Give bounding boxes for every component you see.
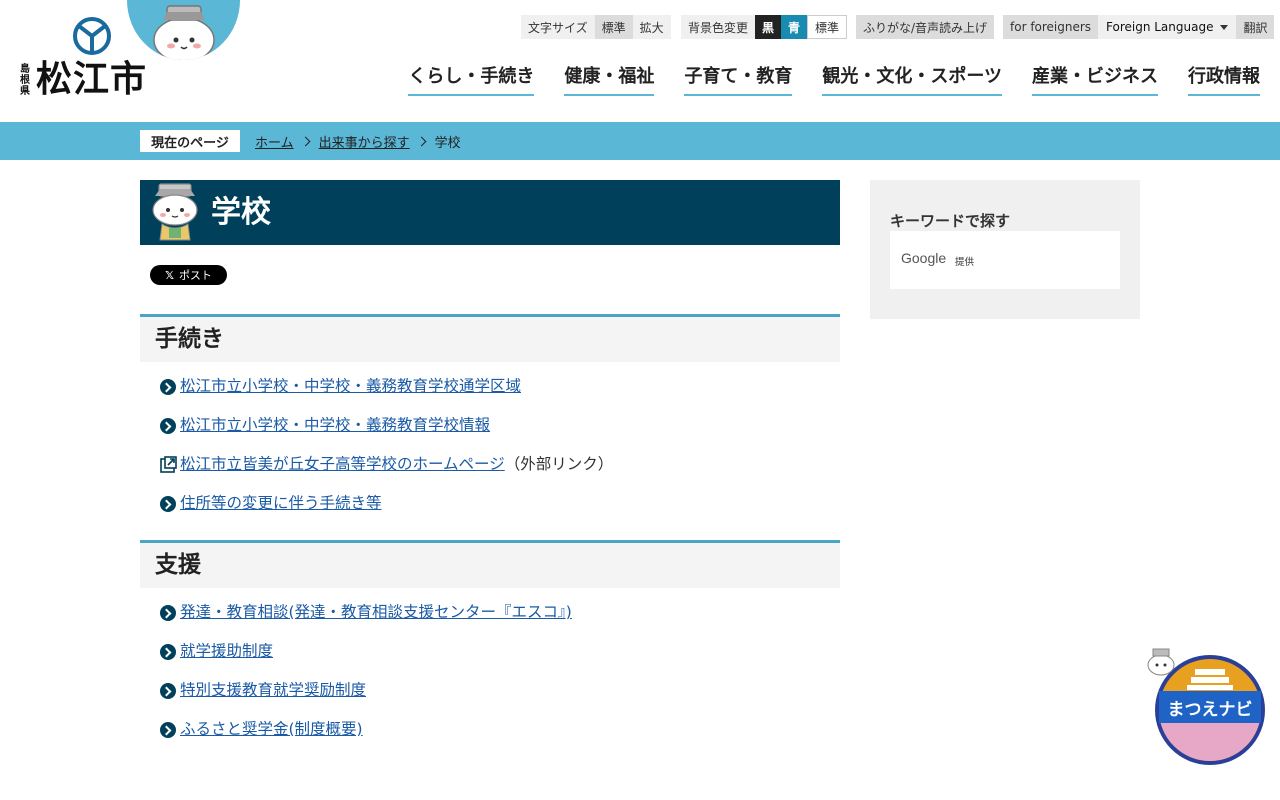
link-special-support[interactable]: 特別支援教育就学奨励制度 (180, 681, 366, 699)
section-heading: 支援 (140, 540, 840, 588)
breadcrumb-trail: ホーム 出来事から探す 学校 (255, 122, 461, 160)
chevron-right-icon (416, 136, 427, 146)
nav-item-administration[interactable]: 行政情報 (1188, 62, 1260, 96)
nav-item-health[interactable]: 健康・福祉 (564, 62, 655, 96)
navi-label: まつえナビ (1168, 700, 1253, 720)
section-heading: 手続き (140, 314, 840, 362)
logo-city-name: 松江市 (36, 59, 148, 100)
chevron-right-icon (300, 136, 311, 146)
text-size-control: 文字サイズ 標準 拡大 (521, 15, 671, 39)
breadcrumb-current: 学校 (434, 135, 461, 151)
list-item: 松江市立小学校・中学校・義務教育学校通学区域 (140, 362, 840, 401)
breadcrumb-link-home[interactable]: ホーム (255, 132, 294, 151)
link-address-change[interactable]: 住所等の変更に伴う手続き等 (180, 494, 382, 512)
list-item: 松江市立小学校・中学校・義務教育学校情報 (140, 401, 840, 440)
main-content: 学校 𝕏 ポスト 手続き 松江市立小学校・中学校・義務教育学校通学区域 松江市立… (140, 180, 840, 738)
link-school-info[interactable]: 松江市立小学校・中学校・義務教育学校情報 (180, 416, 490, 434)
x-post-button[interactable]: 𝕏 ポスト (150, 265, 227, 285)
language-control: Foreign Language 翻訳 (1098, 15, 1275, 39)
page-title: 学校 (211, 195, 271, 230)
list-item: 特別支援教育就学奨励制度 (140, 666, 840, 705)
arrow-circle-icon (160, 605, 176, 621)
google-search-box[interactable]: Google 提供 (890, 231, 1120, 289)
nav-item-business[interactable]: 産業・ビジネス (1032, 62, 1158, 96)
link-development-consultation[interactable]: 発達・教育相談(発達・教育相談支援センター『エスコ』) (180, 603, 572, 621)
list-item: 住所等の変更に伴う手続き等 (140, 479, 840, 518)
breadcrumb-current-label: 現在のページ (140, 130, 240, 152)
matsue-navi-button[interactable]: まつえナビ (1145, 645, 1270, 770)
nav-item-tourism[interactable]: 観光・文化・スポーツ (822, 62, 1002, 96)
nav-item-living[interactable]: くらし・手続き (408, 62, 535, 96)
sidebar-search: キーワードで探す Google 提供 (870, 180, 1140, 319)
bg-standard-button[interactable]: 標準 (807, 15, 848, 39)
link-minami-high-school[interactable]: 松江市立皆美が丘女子高等学校のホームページ (180, 455, 505, 473)
link-school-districts[interactable]: 松江市立小学校・中学校・義務教育学校通学区域 (180, 377, 521, 395)
keyword-search-heading: キーワードで探す (890, 212, 1011, 230)
link-furusato-scholarship[interactable]: ふるさと奨学金(制度概要) (180, 720, 363, 738)
matsue-navi-icon: まつえナビ (1147, 648, 1265, 765)
chevron-down-icon (1220, 24, 1229, 30)
list-item: ふるさと奨学金(制度概要) (140, 705, 840, 744)
foreign-language-label: Foreign Language (1106, 20, 1214, 34)
mascot-icon (152, 183, 198, 241)
foreigners-control: for foreigners (1003, 15, 1099, 39)
arrow-circle-icon (160, 496, 176, 512)
bg-blue-button[interactable]: 青 (781, 15, 808, 39)
link-list: 発達・教育相談(発達・教育相談支援センター『エスコ』) 就学援助制度 特別支援教… (140, 588, 840, 744)
text-size-standard-button[interactable]: 標準 (594, 15, 633, 39)
provided-label: 提供 (955, 257, 975, 268)
x-post-label: ポスト (178, 269, 212, 282)
bg-color-control: 背景色変更 黒 青 標準 (681, 15, 848, 39)
mascot-icon (153, 5, 215, 60)
x-logo-icon: 𝕏 (165, 268, 174, 282)
furigana-control: ふりがな/音声読み上げ (856, 15, 995, 39)
text-size-large-button[interactable]: 拡大 (632, 15, 671, 39)
text-size-label: 文字サイズ (521, 15, 595, 39)
arrow-circle-icon (160, 683, 176, 699)
external-link-note: （外部リンク） (504, 455, 614, 473)
site-header: 島根県 松江市 文字サイズ 標準 拡大 背景色変更 黒 青 標準 ふりがな/音声… (0, 0, 1280, 122)
section-procedures: 手続き 松江市立小学校・中学校・義務教育学校通学区域 松江市立小学校・中学校・義… (140, 314, 840, 518)
logo-prefecture: 島根県 (20, 64, 30, 97)
furigana-button[interactable]: ふりがな/音声読み上げ (856, 15, 995, 39)
list-item: 就学援助制度 (140, 627, 840, 666)
external-link-icon (160, 456, 177, 473)
translate-button[interactable]: 翻訳 (1236, 15, 1275, 39)
list-item: 松江市立皆美が丘女子高等学校のホームページ（外部リンク） (140, 440, 840, 479)
arrow-circle-icon (160, 722, 176, 738)
site-logo[interactable]: 島根県 松江市 (20, 16, 150, 102)
breadcrumb: 現在のページ ホーム 出来事から探す 学校 (0, 122, 1280, 160)
bg-black-button[interactable]: 黒 (755, 15, 782, 39)
link-school-aid[interactable]: 就学援助制度 (180, 642, 273, 660)
city-crest-icon (73, 17, 111, 55)
breadcrumb-link-events[interactable]: 出来事から探す (319, 132, 410, 151)
global-nav: くらし・手続き 健康・福祉 子育て・教育 観光・文化・スポーツ 産業・ビジネス … (408, 62, 1260, 96)
arrow-circle-icon (160, 418, 176, 434)
for-foreigners-button[interactable]: for foreigners (1003, 15, 1099, 39)
section-support: 支援 発達・教育相談(発達・教育相談支援センター『エスコ』) 就学援助制度 特別… (140, 540, 840, 744)
page-title-bar: 学校 (140, 180, 840, 245)
arrow-circle-icon (160, 379, 176, 395)
google-logo: Google (901, 250, 947, 266)
nav-item-childcare[interactable]: 子育て・教育 (684, 62, 793, 96)
list-item: 発達・教育相談(発達・教育相談支援センター『エスコ』) (140, 588, 840, 627)
bg-color-label: 背景色変更 (681, 15, 756, 39)
arrow-circle-icon (160, 644, 176, 660)
foreign-language-select[interactable]: Foreign Language (1098, 15, 1237, 39)
link-list: 松江市立小学校・中学校・義務教育学校通学区域 松江市立小学校・中学校・義務教育学… (140, 362, 840, 518)
